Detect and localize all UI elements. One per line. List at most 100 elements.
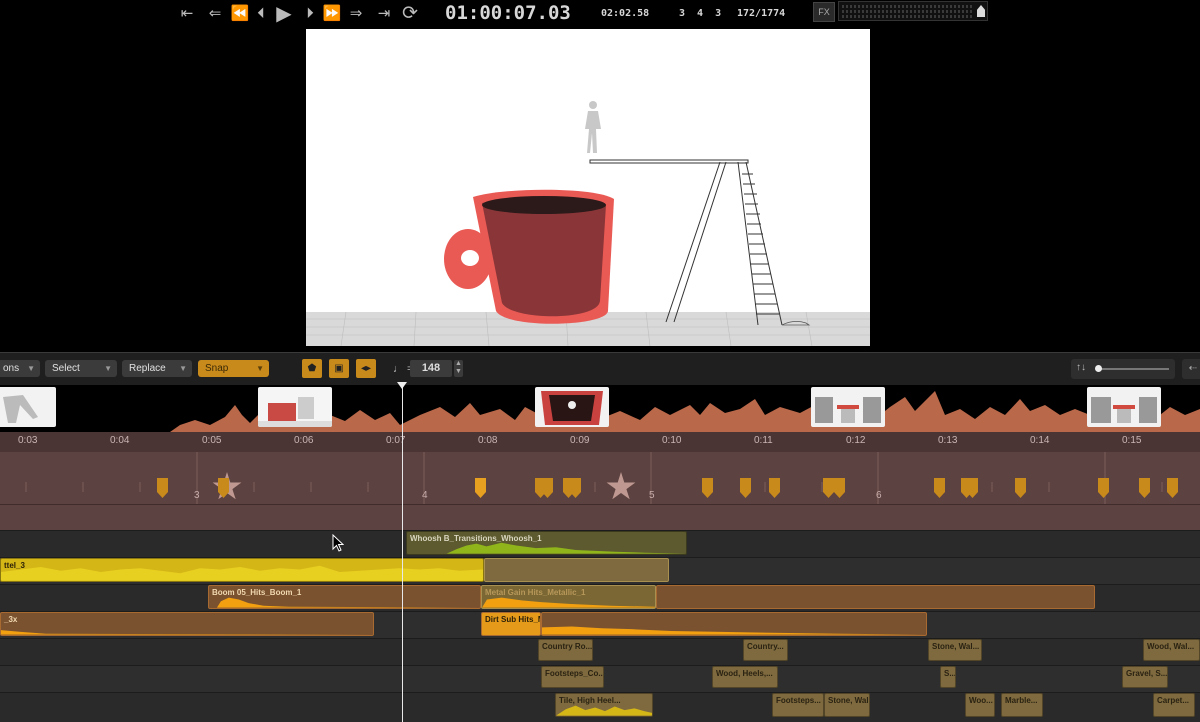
marker-add-icon[interactable]: ▣	[329, 359, 349, 378]
thumbnail[interactable]	[811, 387, 885, 427]
audio-region[interactable]: Metal Gain Hits_Metallic_1	[481, 585, 656, 609]
thumbnail[interactable]	[258, 387, 332, 427]
audio-region[interactable]: Wood, Wal...	[1143, 639, 1200, 661]
fx-button[interactable]: FX	[813, 2, 835, 22]
tempo-stepper[interactable]: ▲ ▼	[454, 360, 463, 377]
region-label: Carpet...	[1157, 696, 1190, 705]
region-label: Whoosh B_Transitions_Whoosh_1	[410, 534, 542, 543]
zoom-slider-track[interactable]	[1097, 368, 1169, 370]
ruler-tick: 0:14	[1030, 435, 1050, 446]
audio-region[interactable]: Woo...	[965, 693, 995, 717]
next-marker-icon[interactable]: ⇒	[345, 2, 367, 24]
video-viewer[interactable]	[306, 29, 870, 346]
audio-region[interactable]: Country Ro...	[538, 639, 593, 661]
region-label: Country Ro...	[542, 642, 593, 651]
audio-region[interactable]: Gravel, S...	[1122, 666, 1168, 688]
marker-tool-icon[interactable]: ⬟	[302, 359, 322, 378]
replace-dropdown[interactable]: Replace ▼	[122, 360, 192, 377]
automation-lane[interactable]	[0, 504, 1200, 531]
ruler-tick: 0:10	[662, 435, 682, 446]
options-dropdown[interactable]: ons ▼	[0, 360, 40, 377]
chevron-down-icon: ▼	[256, 364, 264, 373]
ruler-tick: 0:11	[754, 435, 773, 446]
beat-number: 5	[649, 490, 655, 501]
ruler-tick: 0:03	[18, 435, 38, 446]
chevron-down-icon: ▼	[179, 364, 187, 373]
coffee-cup	[444, 189, 614, 324]
volume-knob[interactable]	[977, 5, 985, 17]
audio-region[interactable]: Dirt Sub Hits_Metallic_1	[481, 612, 541, 636]
region-label: _3x	[4, 615, 18, 624]
step-forward-icon[interactable]: ⏵	[299, 2, 321, 24]
region-label: Stone, Wal...	[932, 642, 980, 651]
thumbnail[interactable]	[535, 387, 609, 427]
thumbnail[interactable]	[1087, 387, 1161, 427]
overview-strip[interactable]	[0, 385, 1200, 432]
audio-region[interactable]: Boom 05_Hits_Boom_1	[208, 585, 481, 609]
figure-silhouette	[585, 101, 601, 153]
zoom-slider-thumb[interactable]	[1095, 365, 1102, 372]
tempo-field[interactable]: 148	[410, 360, 452, 377]
audio-region[interactable]: Wood, Heels,...	[712, 666, 778, 688]
arrow-left-icon[interactable]: ⇠	[1182, 359, 1200, 379]
region-label: Dirt Sub Hits_Metallic_1	[485, 615, 540, 624]
audio-region[interactable]: Tile, High Heel...	[555, 693, 653, 717]
audio-region[interactable]: Whoosh B_Transitions_Whoosh_1	[406, 531, 687, 555]
video-frame-illustration	[306, 101, 870, 346]
audio-region[interactable]: Stone, Wal...	[928, 639, 982, 661]
marker-lane[interactable]: 3 4 5 6	[0, 452, 1200, 504]
track-lane[interactable]	[0, 638, 1200, 666]
region-label: Footsteps...	[776, 696, 821, 705]
audio-region[interactable]: Stone, Wal...	[824, 693, 870, 717]
ruler-tick: 0:08	[478, 435, 498, 446]
ruler-tick: 0:12	[846, 435, 866, 446]
ruler-tick: 0:06	[294, 435, 314, 446]
audio-region[interactable]: Country...	[743, 639, 788, 661]
fast-forward-icon[interactable]: ⏩	[321, 2, 343, 24]
step-back-icon[interactable]: ⏴	[250, 2, 272, 24]
volume-meter[interactable]	[838, 1, 988, 21]
diving-board	[589, 159, 783, 326]
beat-number: 6	[876, 490, 882, 501]
ruler-tick: 0:13	[938, 435, 958, 446]
ruler-tick: 0:09	[570, 435, 590, 446]
audio-region[interactable]	[484, 558, 669, 582]
region-label: Tile, High Heel...	[559, 696, 621, 705]
ruler-tick: 0:05	[202, 435, 222, 446]
audio-region[interactable]: Marble...	[1001, 693, 1043, 717]
play-icon[interactable]: ▶	[273, 2, 295, 24]
audio-region[interactable]: Footsteps_Co...	[541, 666, 604, 688]
audio-region[interactable]	[656, 585, 1095, 609]
region-label: Woo...	[969, 696, 993, 705]
rewind-icon[interactable]: ⏪	[229, 2, 251, 24]
chevron-down-icon: ▼	[27, 364, 35, 373]
chevron-down-icon: ▼	[104, 364, 112, 373]
trim-tool-icon[interactable]: ◂▸	[356, 359, 376, 378]
audio-region[interactable]: Carpet...	[1153, 693, 1195, 717]
loop-icon[interactable]: ⟳	[399, 2, 421, 24]
playhead[interactable]	[402, 384, 403, 722]
ruler-tick: 0:04	[110, 435, 130, 446]
audio-region[interactable]: ttel_3	[0, 558, 484, 582]
thumbnail[interactable]	[0, 387, 56, 427]
previous-marker-icon[interactable]: ⇐	[204, 2, 226, 24]
audio-region[interactable]: _3x	[0, 612, 374, 636]
region-label: Boom 05_Hits_Boom_1	[212, 588, 302, 597]
select-dropdown[interactable]: Select ▼	[45, 360, 117, 377]
audio-region[interactable]: S...	[940, 666, 956, 688]
go-to-start-icon[interactable]: ⇤	[176, 2, 198, 24]
edit-toolbar: ons ▼ Select ▼ Replace ▼ Snap ▼ ⬟ ▣ ◂▸ ♩ = 1…	[0, 352, 1200, 386]
playhead-handle[interactable]	[397, 382, 407, 389]
region-label: Marble...	[1005, 696, 1038, 705]
region-label: Metal Gain Hits_Metallic_1	[485, 588, 586, 597]
duration-display: 02:02.58	[601, 8, 650, 19]
timeline-ruler[interactable]: 0:03 0:04 0:05 0:06 0:07 0:08 0:09 0:10 …	[0, 432, 1200, 452]
go-to-end-icon[interactable]: ⇥	[373, 2, 395, 24]
audio-region[interactable]	[541, 612, 927, 636]
select-label: Select	[52, 363, 80, 374]
zoom-control[interactable]: ↑↓	[1071, 359, 1175, 379]
audio-region[interactable]: Footsteps...	[772, 693, 824, 717]
snap-dropdown[interactable]: Snap ▼	[198, 360, 269, 377]
timecode-display[interactable]: 01:00:07.03	[445, 2, 571, 24]
region-label: Footsteps_Co...	[545, 669, 604, 678]
